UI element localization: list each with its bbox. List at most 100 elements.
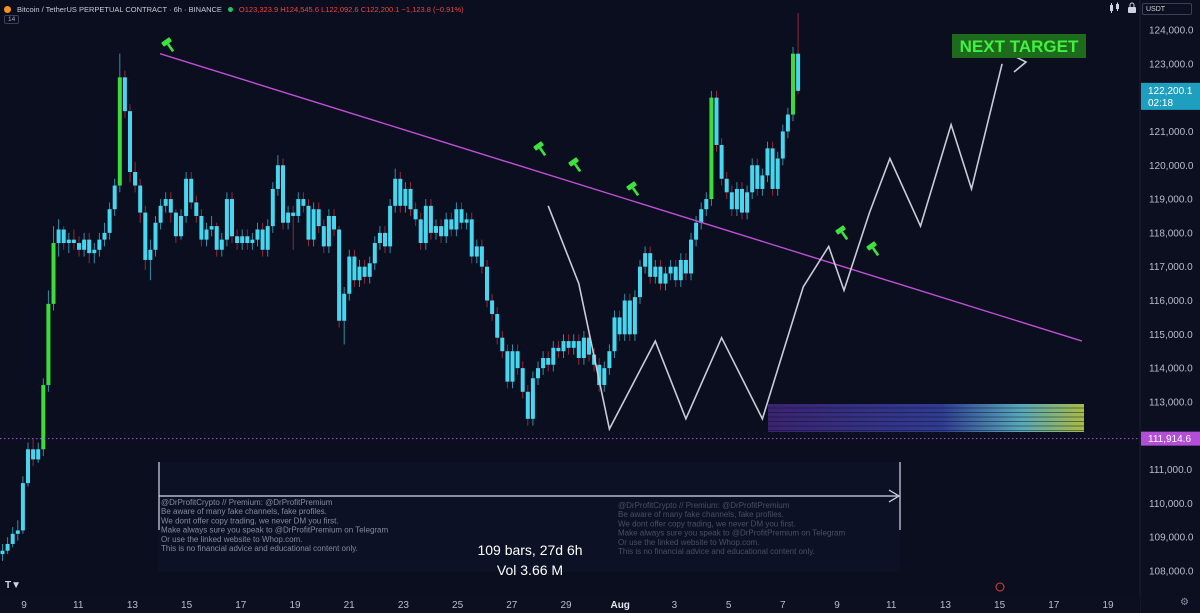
candle-body: [214, 226, 219, 250]
candle-body: [403, 188, 408, 206]
time-tick-label: 15: [994, 600, 1006, 611]
candle-body: [128, 111, 132, 173]
candle-body: [357, 266, 362, 281]
candle-body: [224, 199, 229, 240]
candle-body: [469, 219, 474, 257]
candle-body: [729, 192, 734, 210]
candle-body: [0, 550, 5, 555]
candle-body: [734, 188, 739, 210]
indicator-badge[interactable]: 14: [4, 15, 20, 24]
candle-body: [474, 246, 479, 257]
symbol-header[interactable]: Bitcoin / TetherUS PERPETUAL CONTRACT · …: [4, 2, 464, 16]
watermark-line-faded: We dont offer copy trading, we never DM …: [618, 519, 796, 528]
candle-body: [281, 165, 285, 223]
candle-body: [5, 543, 10, 551]
time-tick-label: Aug: [610, 600, 629, 611]
candle-body: [321, 226, 326, 247]
candle-body: [179, 215, 183, 237]
candle-body: [15, 530, 20, 534]
candle-body: [648, 253, 653, 277]
candle-body: [745, 192, 750, 213]
candle-body: [61, 229, 66, 244]
tradingview-logo-icon[interactable]: T▼: [5, 580, 21, 591]
lock-icon[interactable]: [1125, 2, 1139, 14]
candle-body: [133, 172, 138, 186]
candle-body: [92, 249, 97, 254]
candle-body: [638, 266, 642, 298]
candle-body: [408, 188, 413, 210]
bitcoin-icon: [4, 5, 11, 13]
candle-body: [362, 266, 367, 277]
watermark-line-faded: Or use the linked website to Whop.com.: [618, 538, 759, 547]
candle-body: [536, 368, 540, 379]
watermark-line: Be aware of many fake channels, fake pro…: [161, 507, 327, 516]
candle-body: [423, 205, 428, 244]
candle-body: [500, 337, 505, 352]
candle-body: [347, 256, 352, 294]
candle-body: [627, 300, 632, 335]
time-tick-label: 9: [21, 600, 27, 611]
candle-body: [765, 148, 770, 176]
candle-body: [561, 341, 566, 352]
candle-body: [250, 239, 255, 244]
price-tick-label: 114,000.0: [1149, 364, 1193, 375]
candle-body: [199, 215, 204, 240]
candle-body: [306, 205, 311, 240]
candle-body: [10, 533, 15, 544]
time-tick-label: 29: [560, 600, 572, 611]
candle-body: [571, 341, 576, 348]
candle-body: [520, 368, 525, 392]
candle-body: [143, 212, 148, 260]
price-tick-label: 117,000.0: [1149, 262, 1193, 273]
candle-body: [791, 53, 795, 115]
candle-body: [449, 219, 454, 230]
candle-body: [31, 449, 36, 460]
ohlc-values: O123,323.9 H124,545.6 L122,092.6 C122,20…: [238, 4, 464, 14]
candle-body: [709, 97, 714, 200]
time-tick-label: 11: [886, 600, 897, 611]
next-target-label: NEXT TARGET: [960, 37, 1079, 56]
candle-body: [398, 178, 403, 206]
candle-body: [724, 178, 729, 193]
time-tick-label: 19: [289, 600, 301, 611]
time-tick-label: 7: [780, 600, 786, 611]
price-chart[interactable]: @DrProfitCrypto // Premium: @DrProfitPre…: [0, 0, 1200, 613]
candle-body: [689, 239, 693, 274]
range-stats-volume: Vol 3.66 M: [497, 562, 563, 578]
candle-body: [607, 351, 612, 369]
candle-body: [495, 314, 500, 338]
candle-body: [576, 341, 581, 358]
labels-group: NEXT TARGET: [952, 34, 1086, 58]
watermark-line-faded: @DrProfitCrypto // Premium: @DrProfitPre…: [618, 501, 790, 510]
candle-body: [612, 317, 617, 352]
price-tick-label: 113,000.0: [1149, 397, 1193, 408]
candle-body: [296, 199, 301, 216]
candle-body: [270, 188, 275, 227]
candle-body: [617, 317, 622, 335]
candle-body: [311, 209, 316, 240]
candle-body: [66, 239, 71, 244]
market-open-icon: [227, 6, 233, 12]
gear-icon[interactable]: ⚙: [1180, 597, 1189, 608]
candle-body: [20, 483, 25, 531]
candle-body: [301, 199, 306, 206]
price-tick-label: 124,000.0: [1149, 26, 1194, 37]
candle-body: [632, 297, 637, 335]
candle-body: [291, 212, 296, 216]
candle-body: [260, 229, 265, 250]
candle-body: [286, 212, 291, 223]
price-tick-label: 123,000.0: [1149, 59, 1194, 70]
candle-body: [581, 337, 586, 358]
currency-selector[interactable]: USDT: [1142, 3, 1192, 15]
candle-body: [770, 148, 775, 189]
chart-type-icon[interactable]: [1108, 2, 1122, 14]
candle-body: [168, 199, 173, 213]
candle-body: [219, 239, 224, 250]
candle-body: [377, 232, 382, 244]
price-tick-label: 121,000.0: [1149, 127, 1194, 138]
candle-body: [316, 209, 321, 227]
candle-body: [265, 226, 270, 250]
candle-body: [189, 178, 194, 203]
candle-body: [479, 246, 484, 267]
candle-body: [683, 259, 688, 274]
